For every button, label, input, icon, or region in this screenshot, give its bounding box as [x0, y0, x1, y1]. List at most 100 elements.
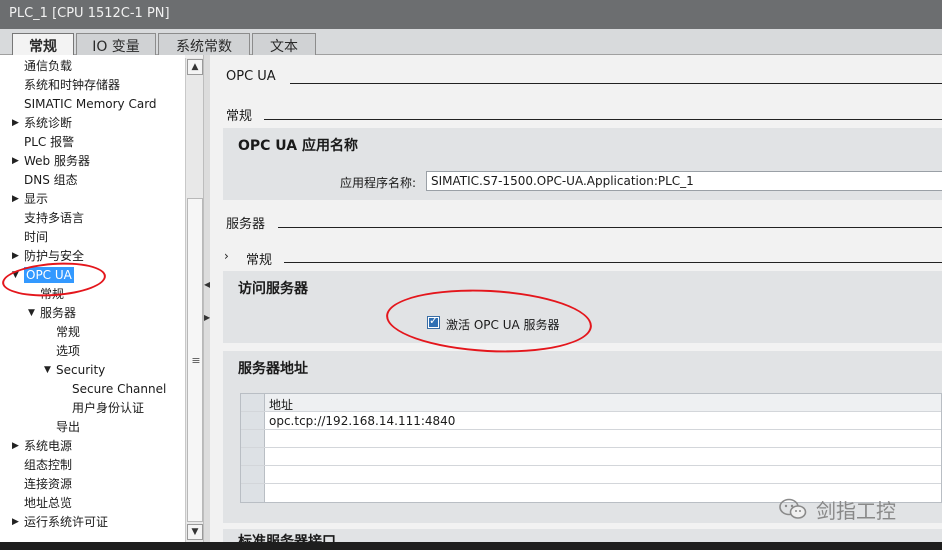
tree-scrollbar[interactable]: ▲ ≡ ▼ [185, 58, 203, 542]
heading-rule [278, 227, 942, 228]
tree-item-label: 系统电源 [24, 439, 73, 453]
collapsed-arrow-icon[interactable]: ▶ [12, 513, 19, 532]
row-header-cell[interactable] [241, 484, 265, 502]
expanded-arrow-icon[interactable]: ▼ [44, 361, 51, 380]
collapsed-arrow-icon[interactable]: ▶ [12, 247, 19, 266]
tree-item[interactable]: ▶ 运行系统许可证 [12, 513, 109, 532]
table-row[interactable] [241, 466, 941, 484]
expanded-arrow-icon[interactable]: ▼ [28, 304, 35, 323]
tree-item[interactable]: 系统和时钟存储器 [24, 76, 120, 95]
collapsed-arrow-icon[interactable]: ▶ [12, 437, 19, 456]
tree-item[interactable]: 选项 [56, 342, 80, 361]
tree-item-label: 选项 [56, 344, 81, 358]
app-name-section-title: OPC UA 应用名称 [238, 138, 358, 154]
chevron-right-icon[interactable]: › [224, 249, 229, 263]
tree-item[interactable]: ▼ 服务器 [28, 304, 76, 323]
tree-item-label: Secure Channel [72, 382, 167, 396]
property-tab-bar: 常规 IO 变量 系统常数 文本 [0, 29, 942, 56]
tree-item[interactable]: DNS 组态 [24, 171, 78, 190]
tree-item[interactable]: 时间 [24, 228, 48, 247]
tree-item[interactable]: 地址总览 [24, 494, 72, 513]
tree-item[interactable]: 导出 [56, 418, 80, 437]
access-server-title: 访问服务器 [238, 281, 308, 297]
tab-general-label: 常规 [29, 39, 57, 55]
tree-item-label: 运行系统许可证 [24, 515, 109, 529]
tree-item[interactable]: 连接资源 [24, 475, 72, 494]
collapsed-arrow-icon[interactable]: ▶ [12, 114, 19, 133]
collapsed-arrow-icon[interactable]: ▶ [12, 190, 19, 209]
tab-system-constants[interactable]: 系统常数 [158, 33, 250, 55]
checkmark-icon: ✓ [429, 314, 439, 327]
taskbar [0, 542, 942, 550]
row-header-cell [241, 394, 265, 411]
tree-item[interactable]: 通信负载 [24, 57, 72, 76]
tree-item[interactable]: ▶ 防护与安全 [12, 247, 85, 266]
activate-opcua-label[interactable]: 激活 OPC UA 服务器 [446, 316, 560, 333]
tree-item-label: 系统诊断 [24, 116, 73, 130]
row-header-cell[interactable] [241, 466, 265, 483]
scroll-thumb[interactable]: ≡ [187, 198, 203, 522]
tree-item[interactable]: 常规 [40, 285, 64, 304]
tree-item[interactable]: ▶ 系统电源 [12, 437, 73, 456]
tree-item-label: 防护与安全 [24, 249, 85, 263]
tree-item-label: OPC UA [24, 267, 74, 283]
server-heading: 服务器 [226, 217, 266, 232]
server-address-table: 地址 opc.tcp://192.168.14.111:4840 [240, 393, 942, 503]
collapsed-arrow-icon[interactable]: ▶ [12, 152, 19, 171]
tree-item-label: DNS 组态 [24, 173, 78, 187]
tree-item[interactable]: 常规 [56, 323, 80, 342]
tree-item-label: Security [56, 363, 106, 377]
tree-item[interactable]: PLC 报警 [24, 133, 74, 152]
tree-item[interactable]: 组态控制 [24, 456, 72, 475]
tree-item[interactable]: Secure Channel [72, 380, 166, 399]
watermark-text: 剑指工控 [816, 499, 896, 523]
tree-item[interactable]: 用户身份认证 [72, 399, 144, 418]
tab-texts[interactable]: 文本 [252, 33, 316, 55]
tree-item-label: 导出 [56, 420, 81, 434]
app-name-label: 应用程序名称: [340, 176, 417, 190]
expanded-arrow-icon[interactable]: ▼ [12, 266, 19, 285]
tree-item[interactable]: ▶ 系统诊断 [12, 114, 73, 133]
properties-content: OPC UA 常规 OPC UA 应用名称 应用程序名称: SIMATIC.S7… [210, 55, 942, 542]
heading-rule [284, 262, 942, 263]
pane-splitter[interactable]: ◀ ▶ [203, 55, 210, 542]
general-heading: 常规 [226, 109, 253, 124]
tree-item-label: Web 服务器 [24, 154, 90, 168]
scroll-up-button[interactable]: ▲ [187, 59, 203, 75]
grip-icon: ≡ [191, 354, 201, 367]
tree-item-label: 组态控制 [24, 458, 73, 472]
row-header-cell[interactable] [241, 412, 265, 429]
window-title-bar: PLC_1 [CPU 1512C-1 PN] [0, 0, 942, 29]
tree-item[interactable]: 支持多语言 [24, 209, 84, 228]
tab-io-tags[interactable]: IO 变量 [76, 33, 156, 55]
heading-rule [290, 83, 942, 84]
tree-item-label: 支持多语言 [24, 211, 85, 225]
tree-item-label: 显示 [24, 192, 49, 206]
row-header-cell[interactable] [241, 448, 265, 465]
tab-general[interactable]: 常规 [12, 33, 74, 56]
tree-item[interactable]: ▶ Web 服务器 [12, 152, 90, 171]
opcua-heading: OPC UA [226, 69, 276, 84]
tree-item[interactable]: ▶ 显示 [12, 190, 49, 209]
tree-item-label: 常规 [56, 325, 81, 339]
tree-item[interactable]: ▼ Security [44, 361, 106, 380]
app-name-input[interactable]: SIMATIC.S7-1500.OPC-UA.Application:PLC_1 [426, 171, 942, 191]
tree-item[interactable]: ▼ OPC UA [12, 266, 74, 285]
table-row[interactable] [241, 448, 941, 466]
tree-item-label: SIMATIC Memory Card [24, 97, 157, 111]
tree-item-label: 用户身份认证 [72, 401, 145, 415]
app-name-section: OPC UA 应用名称 应用程序名称: SIMATIC.S7-1500.OPC-… [223, 128, 942, 200]
window-title: PLC_1 [CPU 1512C-1 PN] [9, 6, 170, 21]
tab-io-tags-label: IO 变量 [92, 39, 140, 55]
column-header-address: 地址 [269, 398, 294, 412]
table-row[interactable] [241, 430, 941, 448]
activate-opcua-checkbox[interactable]: ✓ [427, 314, 440, 329]
table-row[interactable]: opc.tcp://192.168.14.111:4840 [241, 412, 941, 430]
access-server-section: 访问服务器 ✓ 激活 OPC UA 服务器 [223, 271, 942, 343]
scroll-down-button[interactable]: ▼ [187, 524, 203, 540]
wechat-logo-icon [779, 498, 807, 519]
tree-item[interactable]: SIMATIC Memory Card [24, 95, 157, 114]
tree-item-label: 系统和时钟存储器 [24, 78, 121, 92]
row-header-cell[interactable] [241, 430, 265, 447]
address-cell[interactable]: opc.tcp://192.168.14.111:4840 [269, 414, 455, 428]
